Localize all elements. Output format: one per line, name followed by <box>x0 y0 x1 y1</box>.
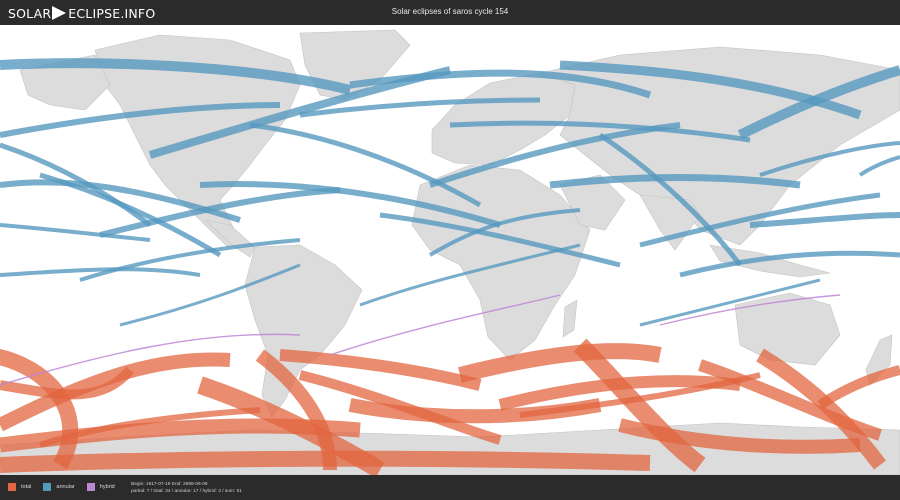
begin-end-dates: Begin: 1917-07-19 End: 2999-06-06 <box>131 482 208 487</box>
header-bar: SOLAR ECLIPSE.INFO Solar eclipses of sar… <box>0 0 900 25</box>
page-title: Solar eclipses of saros cycle 154 <box>391 7 509 16</box>
legend-label-total: total <box>21 484 32 490</box>
annular-path <box>858 155 900 177</box>
legend-label-annular: annular <box>56 484 75 490</box>
footer-bar: total annular hybrid Begin: 1917-07-19 E… <box>0 475 900 500</box>
saros-stats: Begin: 1917-07-19 End: 2999-06-06 partia… <box>131 481 242 495</box>
land-layer <box>0 29 900 475</box>
annular-swatch-icon <box>43 483 52 491</box>
total-path <box>0 450 651 473</box>
legend-item-annular: annular <box>43 483 75 491</box>
legend-item-hybrid: hybrid <box>86 483 115 491</box>
annular-path <box>749 212 900 228</box>
total-path <box>458 343 662 383</box>
eclipse-paths-map <box>0 29 900 475</box>
eclipse-type-counts: partial: 7 / total: 34 / annular: 17 / h… <box>131 489 242 494</box>
legend: total annular hybrid <box>8 483 127 491</box>
legend-label-hybrid: hybrid <box>99 484 115 490</box>
hybrid-swatch-icon <box>86 483 95 491</box>
total-path <box>817 365 900 410</box>
land-madagascar <box>562 299 578 338</box>
world-map[interactable] <box>0 25 900 475</box>
land-australia <box>734 292 841 366</box>
legend-item-total: total <box>8 483 31 491</box>
land-greenland <box>299 29 411 101</box>
total-swatch-icon <box>8 483 16 491</box>
